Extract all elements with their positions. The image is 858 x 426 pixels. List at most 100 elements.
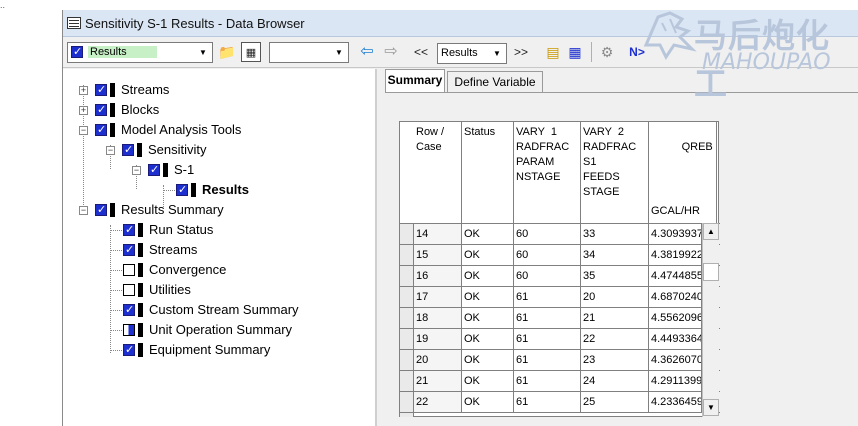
scroll-down-button[interactable]: ▼ <box>703 399 719 416</box>
table-row[interactable]: 18OK61214.55620961 <box>400 308 720 329</box>
tree-item-unit-operation-summary[interactable]: Unit Operation Summary <box>123 321 292 339</box>
empty-select[interactable]: ▼ <box>269 42 349 63</box>
cell-vary1[interactable]: 61 <box>514 287 581 307</box>
cell-status[interactable]: OK <box>462 308 514 328</box>
app-icon <box>67 17 81 29</box>
expand-blocks-toggle[interactable]: + <box>79 106 88 115</box>
cell-status[interactable]: OK <box>462 392 514 412</box>
vertical-scrollbar[interactable]: ▲ ▼ <box>702 223 719 417</box>
expand-streams-toggle[interactable]: + <box>79 86 88 95</box>
cell-qreb[interactable]: 4.30939376 <box>649 224 702 244</box>
cell-status[interactable]: OK <box>462 224 514 244</box>
table-row[interactable]: 22OK61254.23364594 <box>400 392 720 413</box>
collapse-s1-toggle[interactable]: − <box>132 166 141 175</box>
cell-qreb[interactable]: 4.47448553 <box>649 266 702 286</box>
tree-item-custom-stream-summary[interactable]: Custom Stream Summary <box>123 301 299 319</box>
cell-row-case[interactable]: 22 <box>414 392 462 412</box>
tab-define-variable[interactable]: Define Variable <box>447 71 543 93</box>
toolbar-separator <box>591 42 592 62</box>
cell-status[interactable]: OK <box>462 329 514 349</box>
cell-vary2[interactable]: 23 <box>581 350 649 370</box>
cell-vary1[interactable]: 60 <box>514 266 581 286</box>
cell-vary1[interactable]: 61 <box>514 371 581 391</box>
nav-select[interactable]: Results ▼ <box>67 42 213 63</box>
cell-status[interactable]: OK <box>462 371 514 391</box>
table-row[interactable]: 20OK61234.36260701 <box>400 350 720 371</box>
tree-item-equipment-summary[interactable]: Equipment Summary <box>123 341 270 359</box>
table-row[interactable]: 19OK61224.44933645 <box>400 329 720 350</box>
cell-vary2[interactable]: 21 <box>581 308 649 328</box>
cell-qreb[interactable]: 4.29113998 <box>649 371 702 391</box>
cell-vary2[interactable]: 34 <box>581 245 649 265</box>
table-row[interactable]: 14OK60334.30939376 <box>400 224 720 245</box>
cell-row-case[interactable]: 20 <box>414 350 462 370</box>
tree-item-utilities[interactable]: Utilities <box>123 281 191 299</box>
notes-icon[interactable]: ▤ <box>543 42 563 62</box>
cell-row-case[interactable]: 17 <box>414 287 462 307</box>
cell-status[interactable]: OK <box>462 266 514 286</box>
cell-qreb[interactable]: 4.44933645 <box>649 329 702 349</box>
tree-item-label: Sensitivity <box>148 142 207 158</box>
tree-item-results[interactable]: Results <box>176 181 249 199</box>
results-panel: Summary Define Variable Row / Case Statu… <box>381 69 858 426</box>
cell-vary2[interactable]: 33 <box>581 224 649 244</box>
next-form-button[interactable]: >> <box>509 42 533 62</box>
cell-qreb[interactable]: 4.38199223 <box>649 245 702 265</box>
cell-vary2[interactable]: 22 <box>581 329 649 349</box>
cell-status[interactable]: OK <box>462 287 514 307</box>
scroll-up-button[interactable]: ▲ <box>703 223 719 240</box>
cell-vary2[interactable]: 25 <box>581 392 649 412</box>
cell-vary2[interactable]: 35 <box>581 266 649 286</box>
gear-icon[interactable]: ⚙ <box>597 42 617 62</box>
cell-qreb[interactable]: 4.55620961 <box>649 308 702 328</box>
tree-connector <box>110 230 122 231</box>
tree-item-run-status[interactable]: Run Status <box>123 221 213 239</box>
up-folder-icon[interactable]: 📁 <box>217 42 237 62</box>
cell-row-case[interactable]: 18 <box>414 308 462 328</box>
cell-qreb[interactable]: 4.68702405 <box>649 287 702 307</box>
tree-item-model-analysis-tools[interactable]: Model Analysis Tools <box>95 121 241 139</box>
cell-vary2[interactable]: 24 <box>581 371 649 391</box>
tree-item-sensitivity[interactable]: Sensitivity <box>122 141 207 159</box>
cell-row-case[interactable]: 16 <box>414 266 462 286</box>
collapse-results-summary-toggle[interactable]: − <box>79 206 88 215</box>
cell-status[interactable]: OK <box>462 350 514 370</box>
cell-vary2[interactable]: 20 <box>581 287 649 307</box>
tree-item-s1[interactable]: S-1 <box>148 161 194 179</box>
tab-summary[interactable]: Summary <box>385 69 445 93</box>
cell-status[interactable]: OK <box>462 245 514 265</box>
tree-item-convergence[interactable]: Convergence <box>123 261 226 279</box>
column-header-vary1: VARY 1 RADFRAC PARAM NSTAGE <box>514 122 581 223</box>
cell-row-case[interactable]: 19 <box>414 329 462 349</box>
cell-vary1[interactable]: 61 <box>514 392 581 412</box>
collapse-sensitivity-toggle[interactable]: − <box>106 146 115 155</box>
back-arrow-icon[interactable]: ⇦ <box>357 42 377 62</box>
previous-form-button[interactable]: << <box>409 42 433 62</box>
cell-row-case[interactable]: 14 <box>414 224 462 244</box>
cell-qreb[interactable]: 4.23364594 <box>649 392 702 412</box>
cell-row-case[interactable]: 15 <box>414 245 462 265</box>
cell-vary1[interactable]: 61 <box>514 308 581 328</box>
tree-item-blocks[interactable]: Blocks <box>95 101 159 119</box>
table-row[interactable]: 15OK60344.38199223 <box>400 245 720 266</box>
folder-marker-icon <box>110 122 115 137</box>
cell-row-case[interactable]: 21 <box>414 371 462 391</box>
forward-arrow-icon[interactable]: ⇨ <box>381 42 401 62</box>
cell-vary1[interactable]: 60 <box>514 245 581 265</box>
table-row[interactable]: 21OK61244.29113998 <box>400 371 720 392</box>
tree-item-rs-streams[interactable]: Streams <box>123 241 197 259</box>
status-icon[interactable]: ▦ <box>565 42 585 62</box>
table-row[interactable]: 17OK61204.68702405 <box>400 287 720 308</box>
complete-check-icon <box>123 243 135 256</box>
cell-vary1[interactable]: 60 <box>514 224 581 244</box>
cell-qreb[interactable]: 4.36260701 <box>649 350 702 370</box>
tree-item-streams[interactable]: Streams <box>95 81 169 99</box>
scroll-thumb[interactable] <box>703 263 719 281</box>
form-select[interactable]: Results ▼ <box>437 43 507 64</box>
collapse-model-analysis-toggle[interactable]: − <box>79 126 88 135</box>
cell-vary1[interactable]: 61 <box>514 350 581 370</box>
cell-vary1[interactable]: 61 <box>514 329 581 349</box>
tree-item-results-summary[interactable]: Results Summary <box>95 201 224 219</box>
table-row[interactable]: 16OK60354.47448553 <box>400 266 720 287</box>
tree-view-toggle-icon[interactable]: ▦ <box>241 42 261 62</box>
